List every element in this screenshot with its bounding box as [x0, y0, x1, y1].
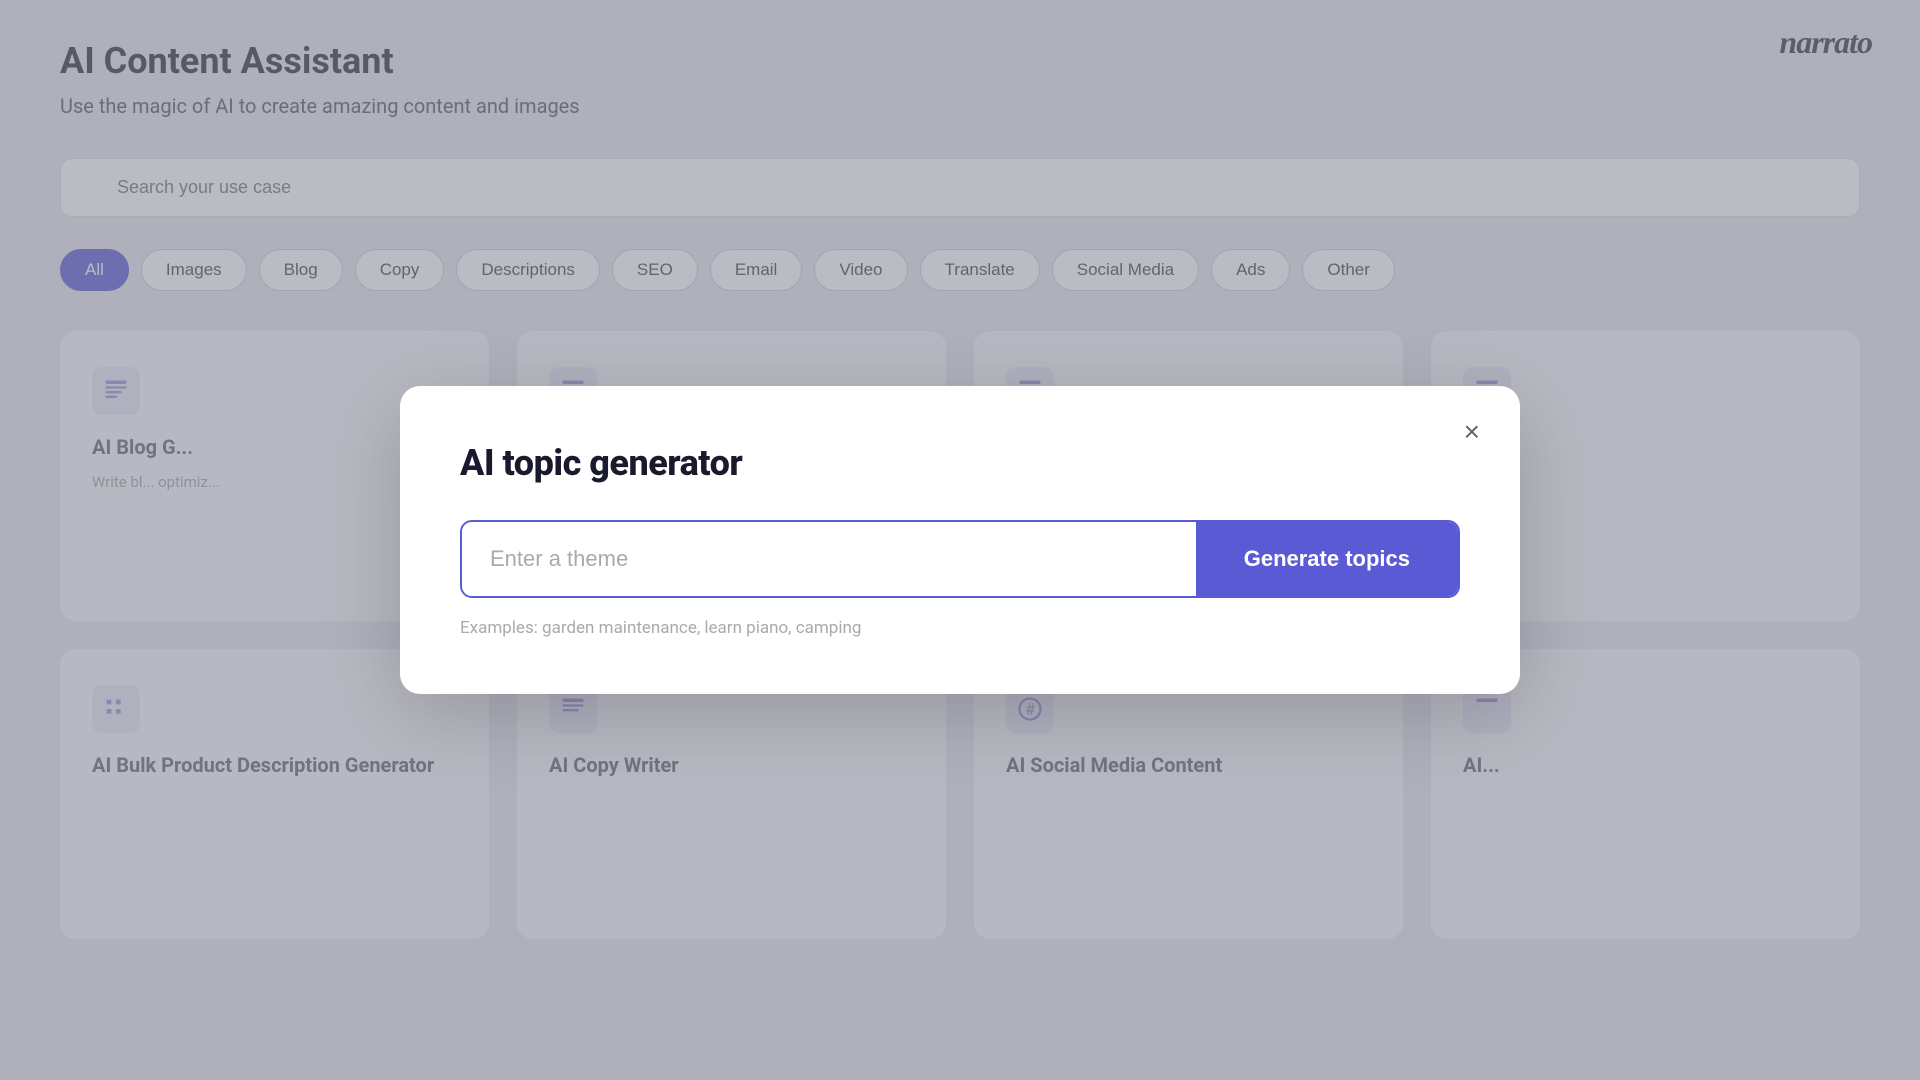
generate-topics-button[interactable]: Generate topics: [1196, 522, 1458, 596]
modal-input-row: Generate topics: [460, 520, 1460, 598]
theme-input[interactable]: [462, 522, 1196, 596]
modal-overlay: × AI topic generator Generate topics Exa…: [0, 0, 1920, 1080]
modal-close-button[interactable]: ×: [1464, 418, 1480, 446]
modal-dialog: × AI topic generator Generate topics Exa…: [400, 386, 1520, 694]
modal-title: AI topic generator: [460, 442, 1460, 484]
modal-examples-text: Examples: garden maintenance, learn pian…: [460, 618, 1460, 638]
